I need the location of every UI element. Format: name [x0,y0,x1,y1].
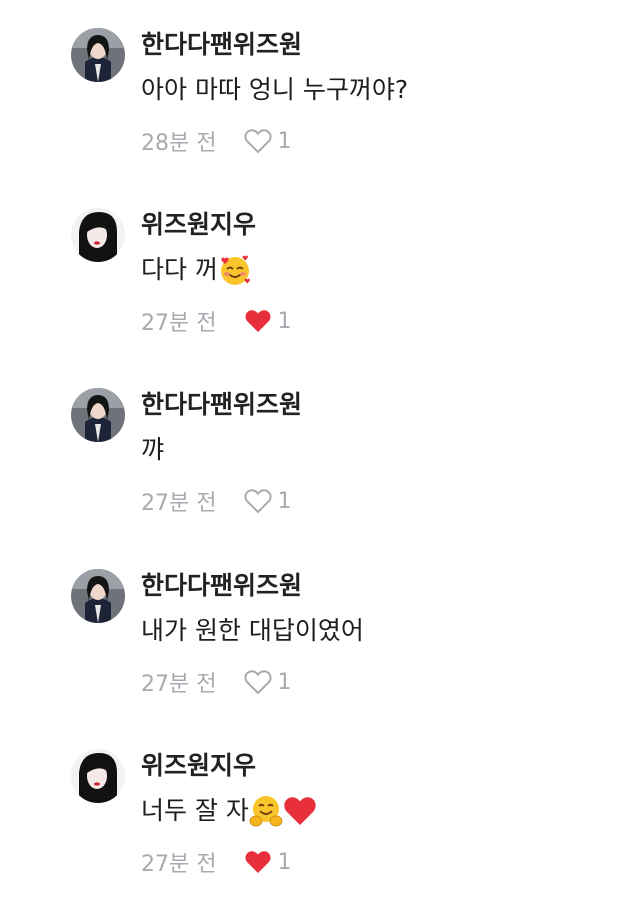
comment-time: 28분 전 [141,131,217,156]
comment-item: 위즈원지우 너두 잘 자 27분 전 1 [0,721,638,891]
heart-filled-icon [245,851,272,873]
comment-meta: 27분 전 1 [141,845,291,879]
user-avatar[interactable] [71,388,125,442]
comment-time: 27분 전 [141,311,217,336]
hugging-face-icon [249,794,283,828]
username[interactable]: 위즈원지우 [141,208,256,242]
like-button[interactable]: 1 [244,849,291,875]
username[interactable]: 한다다팬위즈원 [141,569,302,603]
comment-meta: 28분 전 1 [141,124,291,158]
comment-text: 다다 꺼 [141,252,252,288]
username[interactable]: 한다다팬위즈원 [141,388,302,422]
comment-text: 내가 원한 대답이였어 [141,613,364,649]
comment-list: 한다다팬위즈원 아아 마따 엉니 누구꺼야? 28분 전 1 위즈원지우 다다 … [0,0,638,897]
like-count: 1 [277,488,292,514]
username[interactable]: 한다다팬위즈원 [141,28,302,62]
like-count: 1 [277,308,292,334]
like-count: 1 [277,849,292,875]
comment-body: 아아 마따 엉니 누구꺼야? [141,75,409,104]
like-button[interactable]: 1 [244,488,291,514]
like-button[interactable]: 1 [244,128,291,154]
heart-outline-icon [244,670,272,695]
comment-body: 너두 잘 자 [141,796,249,825]
comment-meta: 27분 전 1 [141,665,291,699]
comment-time: 27분 전 [141,672,217,697]
heart-outline-icon [244,129,272,154]
user-avatar[interactable] [71,569,125,623]
like-button[interactable]: 1 [244,669,291,695]
comment-text: 너두 잘 자 [141,793,317,829]
comment-text: 아아 마따 엉니 누구꺼야? [141,72,408,108]
red-heart-icon [283,794,317,828]
comment-body: 다다 꺼 [141,255,218,284]
heart-outline-icon [244,489,272,514]
comment-item: 한다다팬위즈원 내가 원한 대답이였어 27분 전 1 [0,541,638,711]
comment-text: 꺄 [141,432,164,468]
comment-body: 내가 원한 대답이였어 [141,616,364,645]
user-avatar[interactable] [71,28,125,82]
smiling-face-with-hearts-icon [218,253,252,287]
comment-time: 27분 전 [141,491,217,516]
like-button[interactable]: 1 [244,308,291,334]
comment-item: 한다다팬위즈원 아아 마따 엉니 누구꺼야? 28분 전 1 [0,0,638,170]
comment-time: 27분 전 [141,852,217,877]
user-avatar[interactable] [71,749,125,803]
user-avatar[interactable] [71,208,125,262]
comment-item: 위즈원지우 다다 꺼 27분 전 1 [0,180,638,350]
comment-meta: 27분 전 1 [141,304,291,338]
username[interactable]: 위즈원지우 [141,749,256,783]
comment-meta: 27분 전 1 [141,484,291,518]
comment-item: 한다다팬위즈원 꺄 27분 전 1 [0,360,638,530]
heart-filled-icon [245,310,272,332]
like-count: 1 [277,669,292,695]
like-count: 1 [277,128,292,154]
comment-body: 꺄 [141,435,165,464]
